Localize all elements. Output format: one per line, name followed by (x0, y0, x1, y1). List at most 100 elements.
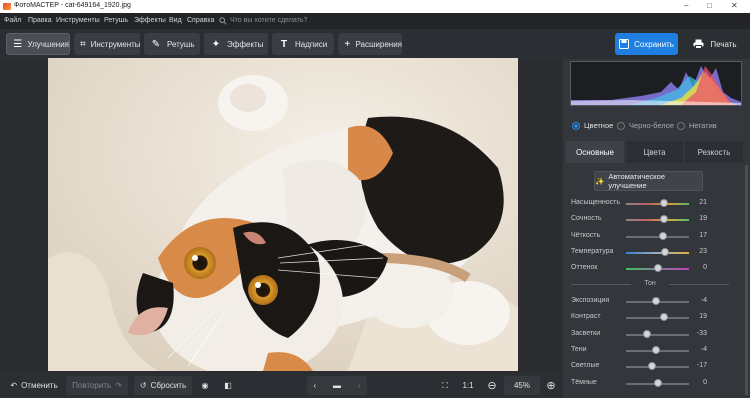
slider-knob[interactable] (659, 313, 668, 321)
menu-retouch[interactable]: Ретушь (104, 17, 128, 24)
menu-help[interactable]: Справка (187, 17, 214, 24)
auto-label: Автоматическое улучшение (608, 172, 666, 190)
slider-exposure: Экспозиция -4 (571, 296, 743, 308)
actual-size-button[interactable]: 1:1 (458, 376, 478, 395)
menu-effects[interactable]: Эффекты (134, 17, 166, 24)
undo-label: Отменить (21, 381, 58, 390)
zoom-in-button[interactable]: ⊕ (543, 376, 559, 395)
zoom-level[interactable]: 45% (504, 376, 540, 395)
panel-scrollbar[interactable] (745, 165, 748, 395)
slider-track[interactable] (626, 236, 689, 238)
slider-label: Температура (571, 248, 614, 255)
slider-knob[interactable] (652, 297, 661, 305)
slider-value: 19 (699, 313, 707, 320)
mode-bw-radio[interactable]: Черно-белое (617, 121, 674, 130)
prev-image-icon[interactable]: ‹ (313, 381, 316, 390)
slider-blacks: Тёмные 0 (571, 378, 743, 390)
redo-icon: ↷ (115, 381, 122, 390)
slider-track[interactable] (626, 219, 689, 221)
ptab-label: Резкость (697, 147, 731, 157)
reset-button[interactable]: ↺ Сбросить (134, 376, 192, 395)
tab-enhance[interactable]: ☰ Улучшения (6, 33, 70, 55)
mode-negative-radio[interactable]: Негатив (677, 121, 717, 130)
edited-photo[interactable] (48, 58, 518, 371)
radio-dot (677, 121, 685, 130)
image-navigator: ‹ ▬ › (307, 376, 367, 395)
redo-button[interactable]: Повторить ↷ (66, 376, 128, 395)
radio-dot (617, 121, 625, 130)
tab-colors[interactable]: Цвета (626, 141, 683, 163)
tab-text[interactable]: T Надписи (272, 33, 334, 55)
maximize-button[interactable]: □ (707, 1, 712, 10)
slider-knob[interactable] (653, 379, 662, 387)
command-search[interactable]: Что вы хотите сделать? (218, 14, 388, 27)
zoom-out-button[interactable]: ⊖ (484, 376, 500, 395)
slider-track[interactable] (626, 252, 689, 254)
slider-knob[interactable] (652, 346, 661, 354)
folder-icon[interactable]: ▬ (333, 381, 341, 390)
slider-track[interactable] (626, 366, 689, 368)
plus-icon: + (344, 38, 351, 50)
redo-label: Повторить (72, 381, 112, 390)
slider-track[interactable] (626, 334, 689, 336)
undo-button[interactable]: ↶ Отменить (5, 376, 63, 395)
slider-knob[interactable] (642, 330, 651, 338)
menu-tools[interactable]: Инструменты (56, 17, 100, 24)
slider-clarity: Чёткость 17 (571, 231, 743, 243)
slider-track[interactable] (626, 203, 689, 205)
slider-label: Оттенок (571, 264, 598, 271)
slider-label: Чёткость (571, 232, 601, 239)
slider-label: Сочность (571, 215, 602, 222)
tab-basic[interactable]: Основные (566, 141, 624, 163)
slider-vibrance: Сочность 19 (571, 214, 743, 226)
brush-icon: ✎ (151, 38, 161, 50)
slider-saturation: Насыщенность 21 (571, 198, 743, 210)
tone-section-title: Тон (571, 280, 729, 287)
ptab-label: Основные (576, 147, 614, 157)
close-button[interactable]: ✕ (731, 1, 738, 10)
print-button[interactable]: Печать (682, 33, 748, 55)
slider-contrast: Контраст 19 (571, 312, 743, 324)
minimize-button[interactable]: – (684, 1, 688, 10)
tab-tools[interactable]: ⌗ Инструменты (74, 33, 141, 55)
tab-label: Расширения (355, 39, 402, 49)
menu-file[interactable]: Файл (4, 17, 21, 24)
tab-retouch[interactable]: ✎ Ретушь (144, 33, 200, 55)
slider-knob[interactable] (660, 199, 669, 207)
main-toolbar: ☰ Улучшения ⌗ Инструменты ✎ Ретушь ✦ Эффекты… (0, 29, 750, 59)
auto-enhance-button[interactable]: ✨ Автоматическое улучшение (594, 171, 703, 191)
save-button[interactable]: Сохранить (615, 33, 678, 55)
slider-knob[interactable] (659, 232, 668, 240)
preview-eye-button[interactable]: ◉ (196, 376, 214, 395)
ptab-label: Цвета (643, 147, 666, 157)
slider-temperature: Температура 23 (571, 247, 743, 259)
tab-effects[interactable]: ✦ Эффекты (204, 33, 268, 55)
reset-label: Сбросить (150, 381, 187, 390)
slider-knob[interactable] (659, 215, 668, 223)
slider-track[interactable] (626, 317, 689, 319)
plus-circle-icon: ⊕ (546, 380, 556, 392)
fit-screen-button[interactable]: ⛶ (437, 376, 453, 395)
compare-button[interactable]: ◧ (219, 376, 237, 395)
slider-knob[interactable] (653, 264, 662, 272)
menu-edit[interactable]: Правка (28, 17, 52, 24)
mode-color-radio[interactable]: Цветное (572, 121, 613, 130)
tab-sharpness[interactable]: Резкость (685, 141, 743, 163)
fit-icon: ⛶ (442, 380, 448, 390)
ratio-label: 1:1 (462, 381, 474, 390)
slider-knob[interactable] (661, 248, 670, 256)
slider-label: Засветки (571, 330, 601, 337)
slider-value: 0 (703, 264, 707, 271)
slider-label: Тёмные (571, 379, 597, 386)
mode-label: Черно-белое (629, 121, 675, 130)
crop-icon: ⌗ (80, 38, 86, 50)
slider-value: -17 (696, 362, 707, 369)
slider-knob[interactable] (647, 362, 656, 370)
tab-extensions[interactable]: + Расширения (338, 33, 402, 55)
menu-bar: Файл Правка Инструменты Ретушь Эффекты В… (0, 13, 750, 29)
menu-view[interactable]: Вид (169, 17, 182, 24)
next-image-icon[interactable]: › (358, 381, 361, 390)
tab-label: Ретушь (167, 39, 195, 49)
slider-value: 17 (699, 232, 707, 239)
tab-label: Инструменты (90, 39, 141, 49)
